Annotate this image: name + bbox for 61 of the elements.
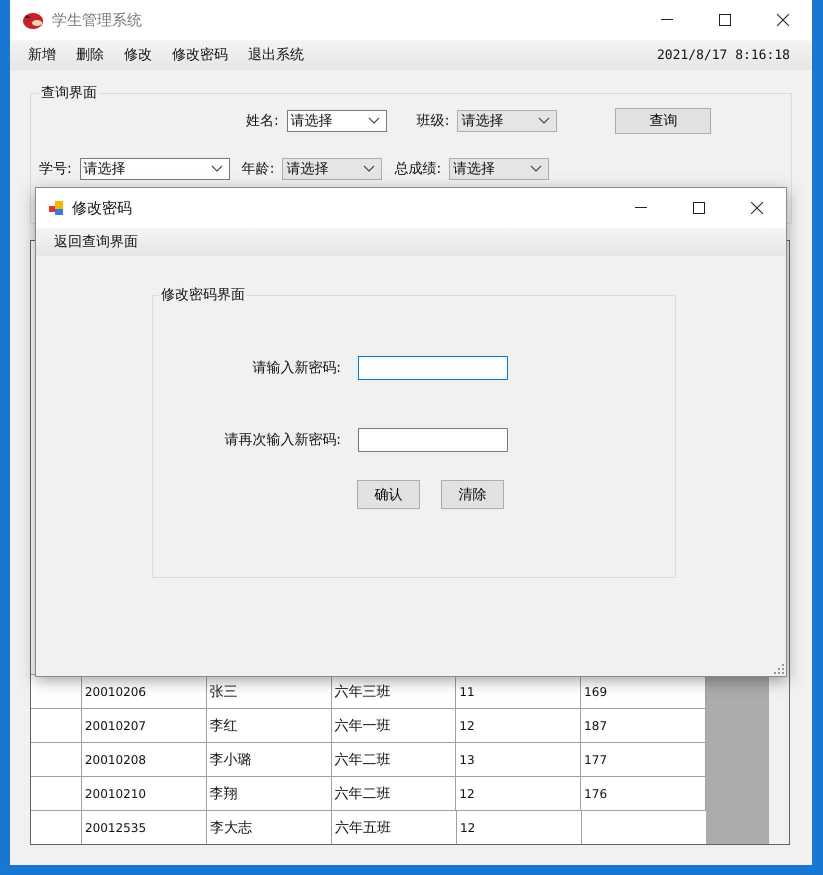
- table-cell: 六年二班: [332, 777, 456, 810]
- chevron-down-icon: [210, 165, 223, 173]
- minimize-icon: [635, 207, 647, 209]
- group-title: 查询界面: [40, 84, 98, 102]
- table-cell: 12: [456, 709, 582, 742]
- field-label: 请输入新密码:: [251, 359, 341, 377]
- query-button[interactable]: 查询: [615, 108, 712, 134]
- table-cell: 12: [457, 811, 582, 844]
- table-cell: 12: [456, 777, 582, 810]
- maximize-icon: [719, 14, 731, 26]
- field-label: 姓名:: [246, 112, 279, 130]
- maximize-icon: [693, 202, 705, 214]
- group-title: 修改密码界面: [160, 286, 246, 304]
- chevron-down-icon: [368, 117, 380, 125]
- password-field[interactable]: [358, 428, 508, 452]
- field-label: 总成绩:: [394, 160, 442, 178]
- menu-item[interactable]: 修改密码: [164, 44, 236, 66]
- table-cell: 20012535: [82, 811, 207, 844]
- combo-box[interactable]: 请选择: [282, 158, 382, 180]
- combo-box[interactable]: 请选择: [457, 110, 558, 132]
- window-title: 学生管理系统: [52, 10, 142, 30]
- menu-item[interactable]: 返回查询界面: [46, 231, 146, 253]
- password-field[interactable]: [358, 356, 508, 380]
- app-icon: [48, 200, 64, 216]
- dialog-title: 修改密码: [72, 198, 132, 218]
- chevron-down-icon: [363, 165, 376, 173]
- field-label: 请再次输入新密码:: [223, 431, 341, 449]
- menu-item[interactable]: 删除: [68, 44, 112, 66]
- table-cell: 六年五班: [332, 811, 457, 844]
- table-cell: 李大志: [207, 811, 332, 844]
- table-cell: 六年一班: [332, 709, 456, 742]
- menu-item[interactable]: 修改: [116, 44, 160, 66]
- table-cell: 20010207: [82, 709, 207, 742]
- field-label: 年龄:: [242, 160, 274, 178]
- minimize-icon: [661, 19, 673, 21]
- combo-box[interactable]: 请选择: [80, 158, 230, 180]
- table-cell: 李小璐: [206, 743, 332, 776]
- combo-box[interactable]: 请选择: [449, 158, 550, 180]
- combo-box[interactable]: 请选择: [286, 110, 387, 132]
- table-cell: 李红: [206, 709, 332, 742]
- table-cell: 187: [581, 709, 706, 742]
- menu-item[interactable]: 退出系统: [240, 44, 312, 66]
- table-cell: 20010210: [82, 777, 207, 810]
- bird-icon: [22, 11, 44, 29]
- confirm-button[interactable]: 确认: [357, 480, 420, 509]
- clear-button[interactable]: 清除: [441, 480, 504, 509]
- chevron-down-icon: [530, 165, 542, 173]
- clock-text: 2021/8/17 8:16:18: [656, 48, 791, 62]
- table-cell: 20010208: [82, 743, 207, 776]
- menu-item[interactable]: 新增: [20, 44, 64, 66]
- resize-grip-icon[interactable]: [774, 664, 784, 674]
- table-cell: 六年二班: [332, 743, 456, 776]
- table-cell: 177: [581, 743, 706, 776]
- table-cell: 13: [456, 743, 582, 776]
- field-label: 班级:: [416, 112, 450, 130]
- field-label: 学号:: [39, 160, 72, 178]
- table-cell: 李翔: [206, 777, 332, 810]
- close-icon: [751, 202, 763, 214]
- close-icon: [777, 14, 789, 26]
- chevron-down-icon: [538, 117, 550, 125]
- table-cell: 176: [581, 777, 706, 810]
